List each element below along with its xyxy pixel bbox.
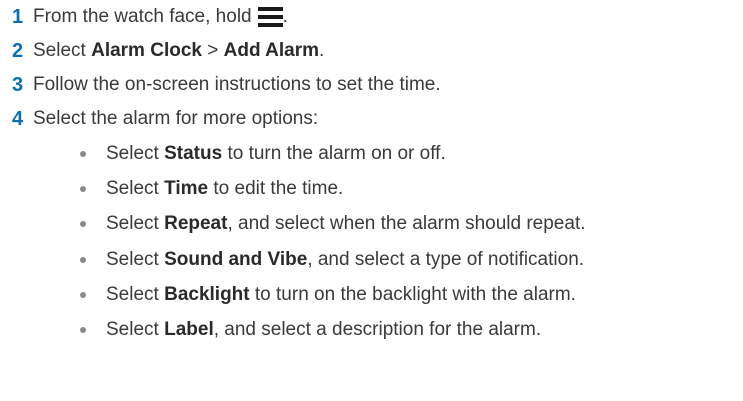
option-description: to turn the alarm on or off. (222, 143, 446, 164)
option-label: Repeat (164, 213, 228, 234)
bullet-icon (80, 327, 86, 333)
option-status: Select Status to turn the alarm on or of… (0, 137, 446, 171)
option-label: Status (164, 143, 223, 164)
menu-option-alarm-clock: Alarm Clock (91, 40, 202, 61)
step-4: 4 Select the alarm for more options: (0, 102, 318, 136)
option-backlight: Select Backlight to turn on the backligh… (0, 278, 576, 312)
step-text-end: . (282, 6, 288, 27)
menu-icon (257, 6, 283, 28)
option-description: to edit the time. (208, 178, 344, 199)
option-label: Time (164, 178, 209, 199)
step-number: 2 (12, 39, 24, 62)
option-repeat: Select Repeat , and select when the alar… (0, 207, 586, 241)
step-separator: > (201, 40, 224, 61)
option-label: Backlight (164, 284, 250, 305)
option-label: Sound and Vibe (164, 249, 308, 270)
step-text-end: . (319, 40, 325, 61)
menu-option-add-alarm: Add Alarm (223, 40, 319, 61)
option-text: Select (106, 213, 165, 234)
step-number: 3 (12, 73, 24, 96)
option-description: to turn on the backlight with the alarm. (249, 284, 576, 305)
step-text: Follow the on-screen instructions to set… (33, 74, 441, 95)
option-description: , and select when the alarm should repea… (227, 213, 586, 234)
option-text: Select (106, 249, 165, 270)
option-description: , and select a type of notification. (307, 249, 585, 270)
step-1: 1 From the watch face, hold . (0, 0, 288, 34)
step-3: 3 Follow the on-screen instructions to s… (0, 68, 441, 102)
option-description: , and select a description for the alarm… (213, 319, 542, 340)
option-text: Select (106, 284, 165, 305)
option-text: Select (106, 319, 165, 340)
step-text: Select the alarm for more options: (33, 108, 319, 129)
step-number: 1 (12, 5, 24, 28)
step-text: Select (33, 40, 92, 61)
option-text: Select (106, 178, 165, 199)
option-time: Select Time to edit the time. (0, 172, 343, 206)
bullet-icon (80, 221, 86, 227)
option-label: Label (164, 319, 214, 340)
option-text: Select (106, 143, 165, 164)
bullet-icon (80, 292, 86, 298)
bullet-icon (80, 186, 86, 192)
step-number: 4 (12, 107, 24, 130)
option-sound-and-vibe: Select Sound and Vibe , and select a typ… (0, 243, 584, 277)
step-text: From the watch face, hold (33, 6, 252, 27)
bullet-icon (80, 257, 86, 263)
bullet-icon (80, 151, 86, 157)
option-label-setting: Select Label , and select a description … (0, 313, 541, 347)
step-2: 2 Select Alarm Clock > Add Alarm . (0, 34, 324, 68)
alarm-instructions: 1 From the watch face, hold . 2 Select A… (0, 0, 743, 401)
